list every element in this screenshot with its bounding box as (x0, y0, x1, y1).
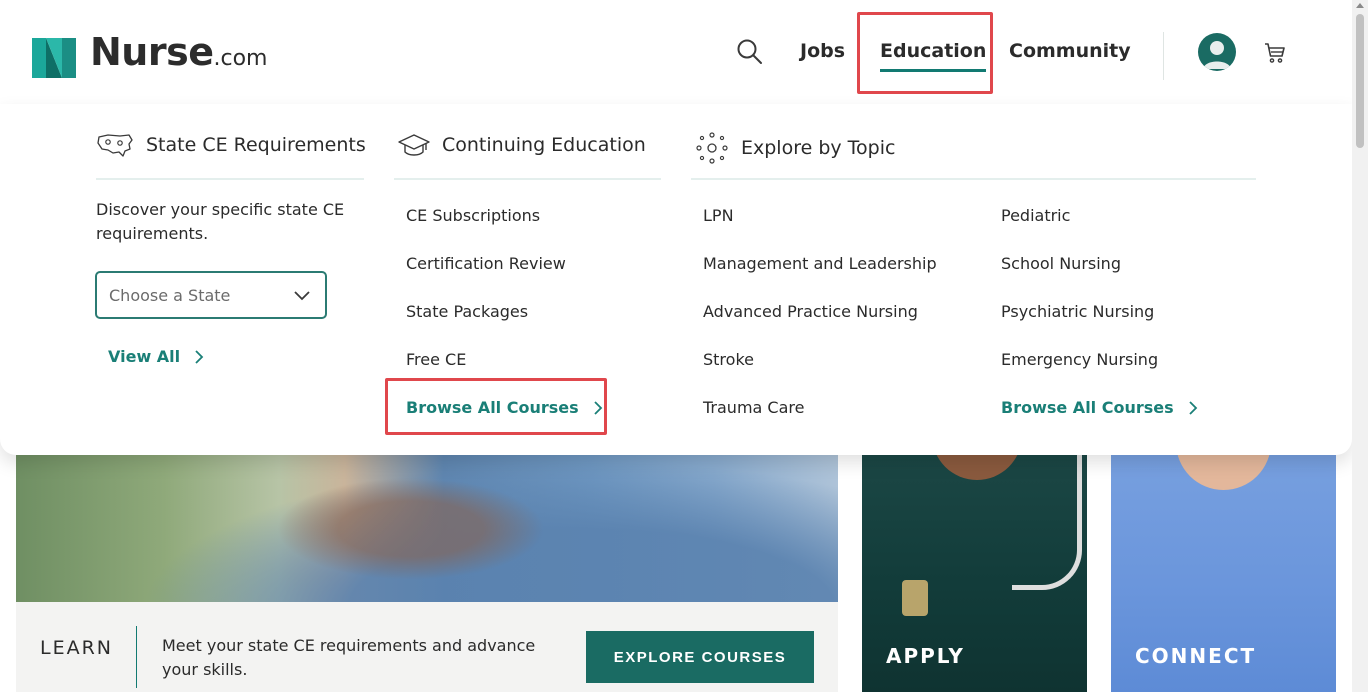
explore-topic-title: Explore by Topic (741, 137, 896, 159)
site-header: Nurse.com Jobs Education Community (0, 0, 1352, 104)
graduation-cap-icon (398, 134, 430, 156)
topic-link-pediatric[interactable]: Pediatric (1001, 206, 1070, 226)
state-ce-title: State CE Requirements (146, 134, 366, 156)
learn-divider (136, 626, 137, 688)
browse-courses-highlight-box (385, 378, 607, 435)
topic-link-management[interactable]: Management and Leadership (703, 254, 937, 274)
scroll-up-icon[interactable] (1356, 3, 1364, 8)
site-logo[interactable]: Nurse.com (32, 33, 267, 78)
topic-browse-all-courses-link[interactable]: Browse All Courses (1001, 398, 1198, 417)
topic-link-psychiatric-nursing[interactable]: Psychiatric Nursing (1001, 302, 1154, 322)
chevron-down-icon (294, 291, 310, 301)
learn-title: LEARN (40, 637, 114, 659)
connect-title: CONNECT (1135, 644, 1257, 668)
learn-text: Meet your state CE requirements and adva… (162, 636, 536, 679)
scroll-thumb[interactable] (1356, 14, 1364, 148)
explore-topic-heading: Explore by Topic (695, 132, 895, 164)
us-map-icon (97, 134, 133, 157)
logo-text: Nurse.com (90, 30, 268, 74)
topic-link-stroke[interactable]: Stroke (703, 350, 754, 370)
apply-card[interactable]: APPLY (862, 420, 1087, 692)
chevron-right-icon (195, 349, 204, 364)
ce-link-state-packages[interactable]: State Packages (406, 302, 528, 322)
state-ce-heading: State CE Requirements (96, 132, 366, 158)
topic-browse-all-label: Browse All Courses (1001, 398, 1174, 417)
user-avatar-icon[interactable] (1198, 33, 1236, 71)
cart-icon[interactable] (1263, 41, 1287, 65)
topic-network-icon (696, 132, 728, 164)
continuing-education-rule (394, 178, 661, 180)
ce-link-certification-review[interactable]: Certification Review (406, 254, 566, 274)
state-select[interactable]: Choose a State (95, 271, 327, 319)
topic-link-trauma-care[interactable]: Trauma Care (703, 398, 804, 418)
view-all-link[interactable]: View All (108, 347, 204, 366)
nav-community[interactable]: Community (1009, 38, 1131, 64)
view-all-label: View All (108, 347, 181, 366)
learn-panel: LEARN Meet your state CE requirements an… (16, 602, 838, 692)
explore-topic-rule (691, 178, 1256, 180)
header-divider (1163, 32, 1164, 80)
ce-link-subscriptions[interactable]: CE Subscriptions (406, 206, 540, 226)
page-scrollbar[interactable] (1352, 0, 1368, 692)
state-select-value: Choose a State (109, 285, 231, 305)
continuing-education-title: Continuing Education (442, 134, 646, 156)
search-icon[interactable] (736, 38, 764, 66)
connect-card[interactable]: CONNECT (1111, 420, 1336, 692)
topic-link-advanced-practice[interactable]: Advanced Practice Nursing (703, 302, 918, 322)
education-mega-menu: State CE Requirements Discover your spec… (0, 104, 1352, 455)
continuing-education-heading: Continuing Education (398, 132, 646, 158)
topic-link-emergency-nursing[interactable]: Emergency Nursing (1001, 350, 1158, 370)
state-ce-rule (96, 178, 364, 180)
explore-courses-button[interactable]: EXPLORE COURSES (586, 631, 814, 683)
topic-link-school-nursing[interactable]: School Nursing (1001, 254, 1121, 274)
ce-link-free-ce[interactable]: Free CE (406, 350, 466, 370)
nav-jobs[interactable]: Jobs (800, 38, 845, 64)
topic-link-lpn[interactable]: LPN (703, 206, 734, 226)
education-highlight-box (857, 12, 993, 94)
apply-title: APPLY (886, 644, 965, 668)
chevron-right-icon (1189, 400, 1197, 415)
logo-mark-icon (32, 38, 76, 78)
state-ce-description: Discover your specific state CE requirem… (96, 200, 345, 243)
